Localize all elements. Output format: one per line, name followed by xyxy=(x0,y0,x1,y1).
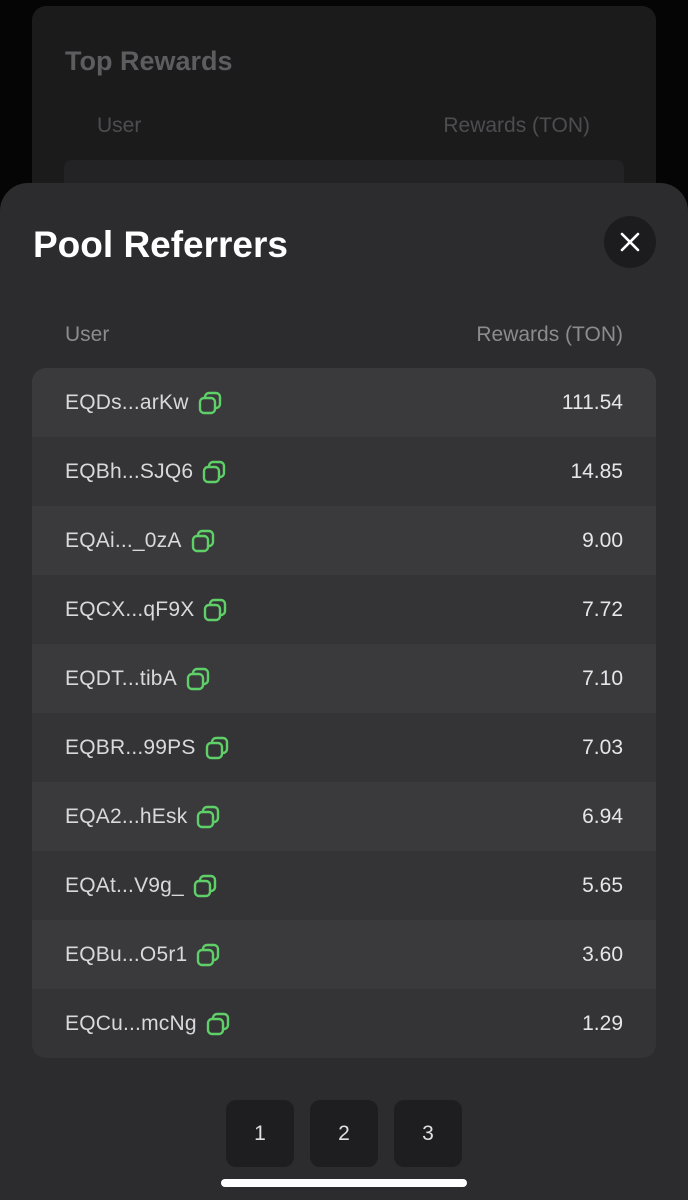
table-row: EQA2...hEsk 6.94 xyxy=(32,782,656,851)
user-address: EQAt...V9g_ xyxy=(65,873,184,897)
home-indicator xyxy=(221,1179,467,1187)
close-button[interactable] xyxy=(604,216,656,268)
copy-icon[interactable] xyxy=(204,735,230,761)
reward-value: 7.10 xyxy=(582,666,623,690)
reward-value: 6.94 xyxy=(582,804,623,828)
table-row: EQCX...qF9X 7.72 xyxy=(32,575,656,644)
copy-icon[interactable] xyxy=(192,873,218,899)
copy-icon[interactable] xyxy=(201,459,227,485)
copy-icon[interactable] xyxy=(202,597,228,623)
reward-value: 9.00 xyxy=(582,528,623,552)
table-row: EQDT...tibA 7.10 xyxy=(32,644,656,713)
table-row: EQBR...99PS 7.03 xyxy=(32,713,656,782)
user-address: EQDT...tibA xyxy=(65,666,177,690)
user-address: EQDs...arKw xyxy=(65,390,189,414)
user-address: EQBu...O5r1 xyxy=(65,942,188,966)
user-address: EQCu...mcNg xyxy=(65,1011,197,1035)
copy-icon[interactable] xyxy=(185,666,211,692)
close-icon xyxy=(620,232,640,252)
user-address: EQBR...99PS xyxy=(65,735,196,759)
column-header-rewards: Rewards (TON) xyxy=(476,323,623,346)
pagination: 1 2 3 xyxy=(0,1100,688,1167)
reward-value: 7.72 xyxy=(582,597,623,621)
referrers-table: EQDs...arKw 111.54 EQBh...SJQ6 14.85 EQA… xyxy=(32,368,656,1058)
reward-value: 1.29 xyxy=(582,1011,623,1035)
user-address: EQCX...qF9X xyxy=(65,597,195,621)
page-button-3[interactable]: 3 xyxy=(394,1100,462,1167)
copy-icon[interactable] xyxy=(197,390,223,416)
user-address: EQAi..._0zA xyxy=(65,528,182,552)
pool-referrers-sheet: Pool Referrers User Rewards (TON) EQDs..… xyxy=(0,183,688,1200)
table-row: EQAi..._0zA 9.00 xyxy=(32,506,656,575)
user-address: EQA2...hEsk xyxy=(65,804,188,828)
table-row: EQAt...V9g_ 5.65 xyxy=(32,851,656,920)
top-rewards-title: Top Rewards xyxy=(65,46,233,76)
table-row: EQCu...mcNg 1.29 xyxy=(32,989,656,1058)
page-button-1[interactable]: 1 xyxy=(226,1100,294,1167)
copy-icon[interactable] xyxy=(190,528,216,554)
copy-icon[interactable] xyxy=(195,804,221,830)
reward-value: 7.03 xyxy=(582,735,623,759)
table-row: EQBu...O5r1 3.60 xyxy=(32,920,656,989)
table-row: EQBh...SJQ6 14.85 xyxy=(32,437,656,506)
table-row: EQDs...arKw 111.54 xyxy=(32,368,656,437)
user-address: EQBh...SJQ6 xyxy=(65,459,194,483)
copy-icon[interactable] xyxy=(195,942,221,968)
reward-value: 111.54 xyxy=(561,390,623,414)
top-rewards-user-header: User xyxy=(97,114,142,137)
column-header-user: User xyxy=(65,323,110,346)
page-button-2[interactable]: 2 xyxy=(310,1100,378,1167)
top-rewards-rewards-header: Rewards (TON) xyxy=(443,114,590,137)
reward-value: 3.60 xyxy=(582,942,623,966)
reward-value: 14.85 xyxy=(570,459,623,483)
copy-icon[interactable] xyxy=(205,1011,231,1037)
reward-value: 5.65 xyxy=(582,873,623,897)
sheet-title: Pool Referrers xyxy=(33,224,288,265)
